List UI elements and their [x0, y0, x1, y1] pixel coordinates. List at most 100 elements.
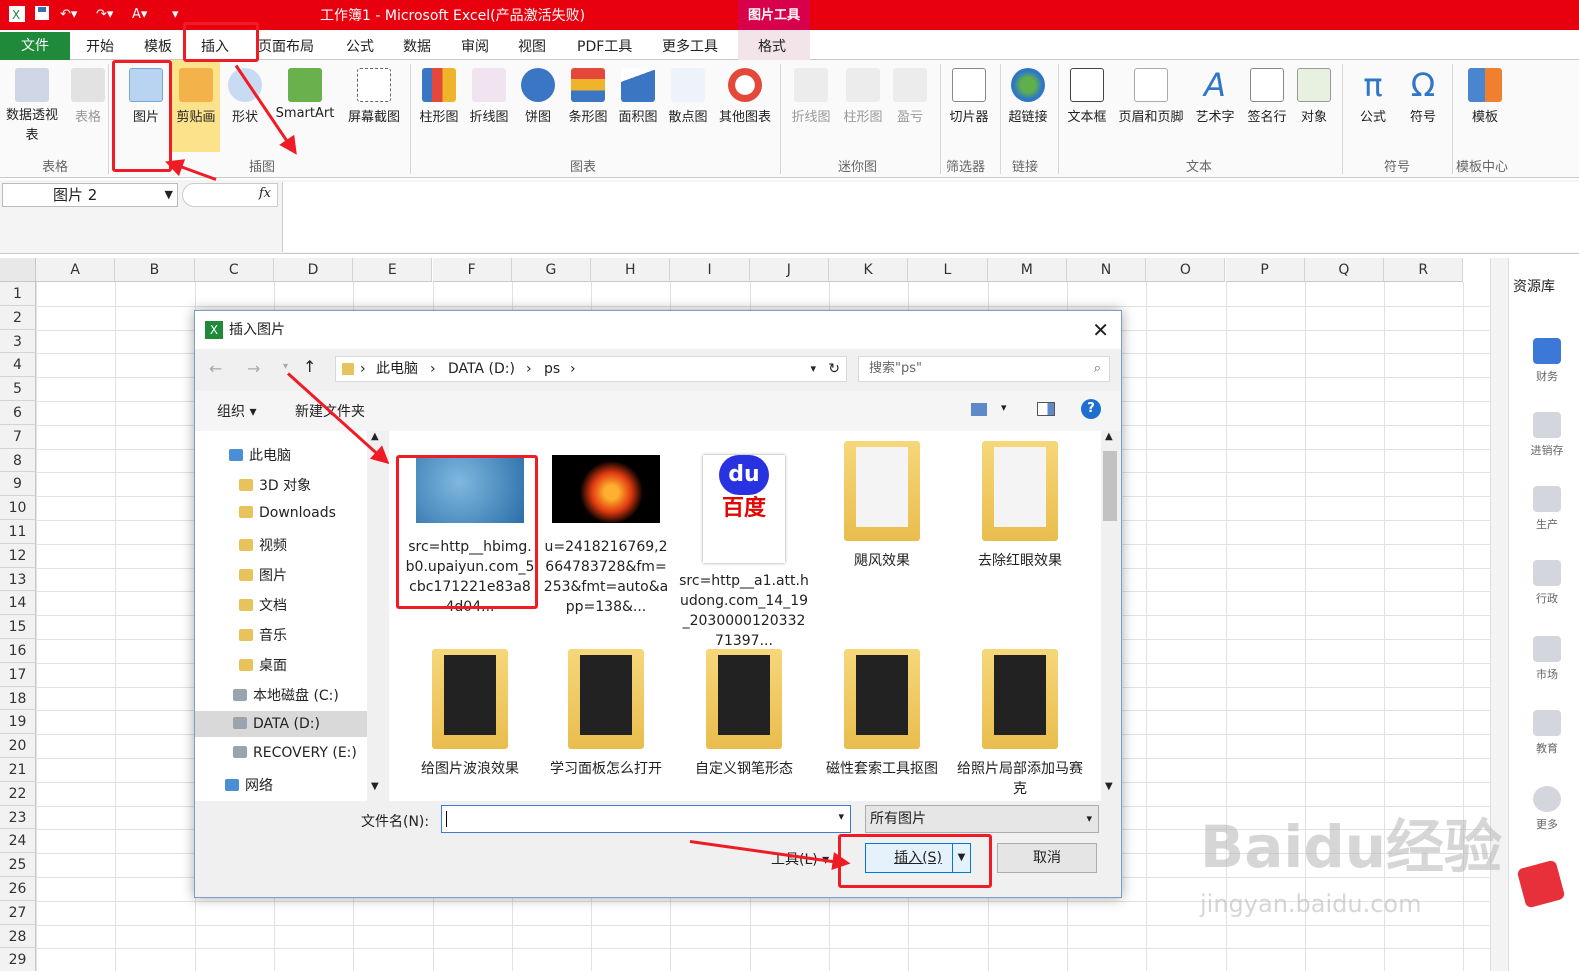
chevron-down-icon[interactable]: ▾ [1001, 401, 1007, 414]
row-header[interactable]: 14 [0, 591, 36, 616]
row-header[interactable]: 26 [0, 877, 36, 901]
template-button[interactable]: 模板 [1460, 60, 1510, 160]
column-chart-button[interactable]: 柱形图 [414, 60, 464, 160]
row-header[interactable]: 18 [0, 686, 36, 711]
breadcrumb-data-d[interactable]: DATA (D:) [448, 357, 515, 381]
breadcrumb-ps[interactable]: ps [544, 357, 560, 381]
nav-item[interactable]: Downloads [239, 505, 336, 521]
equation-button[interactable]: π 公式 [1350, 60, 1396, 160]
column-header[interactable]: F [432, 258, 512, 282]
file-item[interactable]: 学习面板怎么打开 [541, 649, 671, 779]
red-packet-icon[interactable] [1516, 859, 1566, 909]
nav-item[interactable]: 本地磁盘 (C:) [233, 685, 339, 705]
cancel-button[interactable]: 取消 [997, 843, 1097, 873]
row-header[interactable]: 21 [0, 758, 36, 782]
redo-icon[interactable]: ↷▾ [96, 5, 113, 25]
chevron-down-icon[interactable]: ▼ [165, 184, 173, 206]
tab-pdf-tools[interactable]: PDF工具 [577, 36, 632, 56]
refresh-icon[interactable]: ↻ [828, 357, 840, 381]
row-header[interactable]: 11 [0, 520, 36, 544]
tab-template[interactable]: 模板 [144, 36, 172, 56]
help-icon[interactable]: ? [1081, 399, 1101, 419]
column-header[interactable]: P [1225, 258, 1305, 282]
row-header[interactable]: 22 [0, 781, 36, 806]
row-header[interactable]: 19 [0, 710, 36, 735]
up-icon[interactable]: ↑ [303, 357, 316, 376]
shapes-button[interactable]: 形状 [222, 60, 268, 160]
column-header[interactable]: H [591, 258, 671, 282]
nav-item[interactable]: 桌面 [239, 655, 287, 675]
organize-button[interactable]: 组织 ▾ [217, 401, 256, 421]
column-header[interactable]: E [353, 258, 433, 282]
row-header[interactable]: 10 [0, 496, 36, 520]
row-header[interactable]: 16 [0, 639, 36, 663]
address-bar[interactable]: › 此电脑 › DATA (D:) › ps › ▾ ↻ [335, 356, 847, 382]
nav-item[interactable]: 此电脑 [229, 445, 291, 465]
row-header[interactable]: 8 [0, 448, 36, 473]
row-header[interactable]: 28 [0, 924, 36, 949]
filetype-select[interactable]: 所有图片 ▾ [865, 805, 1099, 833]
symbol-button[interactable]: Ω 符号 [1400, 60, 1446, 160]
header-footer-button[interactable]: 页眉和页脚 [1114, 60, 1188, 160]
search-input[interactable]: 搜索"ps" ⌕ [858, 356, 1110, 382]
row-header[interactable]: 9 [0, 472, 36, 497]
column-header[interactable]: Q [1304, 258, 1385, 282]
file-item[interactable]: u=2418216769,2664783728&fm=253&fmt=auto&… [541, 441, 671, 617]
scroll-down-icon[interactable]: ▼ [371, 781, 379, 792]
resource-inventory[interactable]: 进销存 [1517, 412, 1577, 458]
nav-item[interactable]: 图片 [239, 565, 287, 585]
column-header[interactable]: R [1384, 258, 1464, 282]
file-item[interactable]: 给照片局部添加马赛克 [955, 649, 1085, 799]
chevron-down-icon[interactable]: ▾ [838, 810, 844, 823]
column-header[interactable]: O [1146, 258, 1226, 282]
row-header[interactable]: 4 [0, 353, 36, 378]
chevron-down-icon[interactable]: ▾ [810, 357, 816, 381]
row-header[interactable]: 13 [0, 567, 36, 592]
select-all-corner[interactable] [0, 258, 36, 282]
scatter-chart-button[interactable]: 散点图 [664, 60, 712, 160]
column-header[interactable]: J [749, 258, 829, 282]
filename-input[interactable]: ▾ [441, 805, 851, 833]
screenshot-button[interactable]: 屏幕截图 [342, 60, 406, 160]
column-header[interactable]: N [1066, 258, 1147, 282]
signature-line-button[interactable]: 签名行 [1242, 60, 1292, 160]
column-header[interactable]: M [987, 258, 1067, 282]
nav-item[interactable]: 视频 [239, 535, 287, 555]
row-header[interactable]: 15 [0, 615, 36, 639]
resource-more[interactable]: 更多 [1517, 786, 1577, 832]
resource-finance[interactable]: 财务 [1517, 338, 1577, 384]
scrollbar-thumb[interactable] [1103, 451, 1117, 521]
tab-formulas[interactable]: 公式 [346, 36, 374, 56]
row-header[interactable]: 24 [0, 829, 36, 854]
row-header[interactable]: 27 [0, 900, 36, 925]
tab-home[interactable]: 开始 [86, 36, 114, 56]
column-header[interactable]: L [908, 258, 988, 282]
nav-item[interactable]: RECOVERY (E:) [233, 745, 357, 761]
tab-data[interactable]: 数据 [403, 36, 431, 56]
area-chart-button[interactable]: 面积图 [614, 60, 662, 160]
tab-review[interactable]: 审阅 [461, 36, 489, 56]
column-header[interactable]: I [670, 258, 750, 282]
nav-scrollbar[interactable]: ▲ ▼ [367, 431, 385, 801]
tab-file[interactable]: 文件 [0, 32, 70, 60]
row-header[interactable]: 20 [0, 734, 36, 758]
column-header[interactable]: G [511, 258, 592, 282]
column-header[interactable]: A [36, 258, 116, 282]
preview-pane-icon[interactable] [1037, 402, 1055, 416]
file-item[interactable]: 去除红眼效果 [955, 441, 1085, 571]
line-chart-button[interactable]: 折线图 [464, 60, 514, 160]
scroll-up-icon[interactable]: ▲ [1105, 431, 1113, 442]
sparkline-column-button[interactable]: 柱形图 [838, 60, 888, 160]
save-icon[interactable] [34, 5, 50, 25]
slicer-button[interactable]: 切片器 [944, 60, 994, 160]
hyperlink-button[interactable]: 超链接 [1002, 60, 1054, 160]
row-header[interactable]: 23 [0, 805, 36, 830]
pie-chart-button[interactable]: 饼图 [516, 60, 560, 160]
breadcrumb-this-pc[interactable]: 此电脑 [376, 357, 418, 381]
file-item[interactable]: 飓风效果 [817, 441, 947, 571]
bar-chart-button[interactable]: 条形图 [564, 60, 612, 160]
pivot-table-button[interactable]: 数据透视表 [4, 60, 60, 160]
file-item[interactable]: du 百度 src=http__a1.att.hudong.com_14_19_20… [679, 441, 809, 651]
file-scrollbar[interactable]: ▲ ▼ [1101, 431, 1119, 801]
other-charts-button[interactable]: 其他图表 [714, 60, 776, 160]
